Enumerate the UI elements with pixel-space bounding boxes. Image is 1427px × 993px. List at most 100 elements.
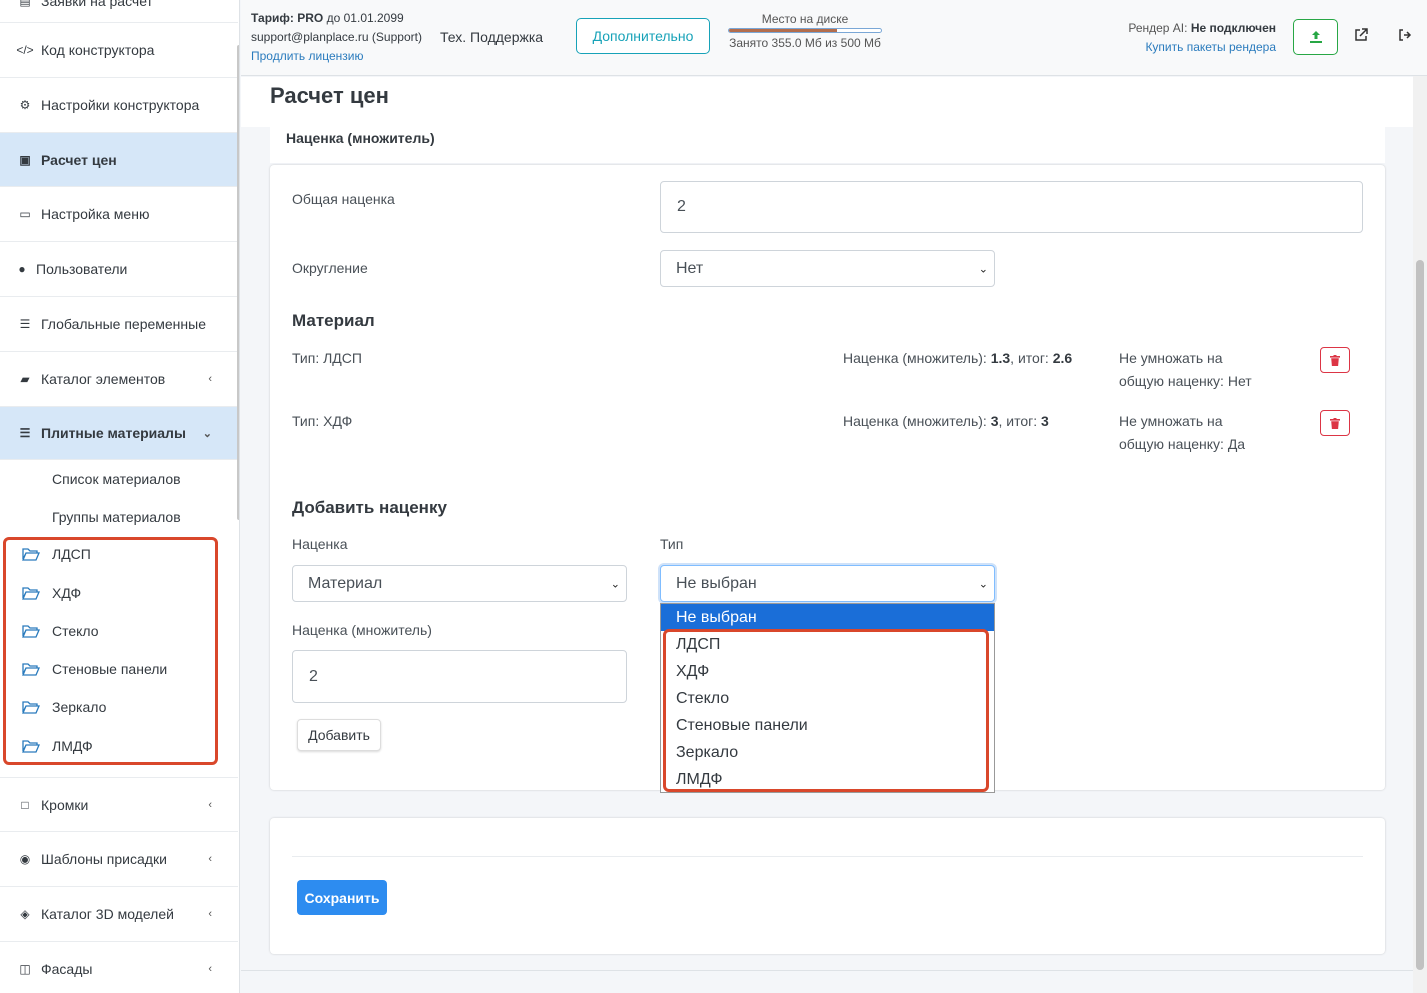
dropdown-option[interactable]: Зеркало [661, 739, 994, 766]
no-multiply-line1: Не умножать на [1119, 413, 1223, 429]
dropdown-option[interactable]: Стеновые панели [661, 712, 994, 739]
sidebar-item-label: Плитные материалы [41, 425, 186, 441]
upload-button[interactable] [1293, 19, 1338, 55]
sidebar-sub-material-list[interactable]: Список материалов [52, 471, 181, 487]
tech-support-link[interactable]: Тех. Поддержка [440, 29, 543, 45]
sidebar-item-menu-settings[interactable]: ▭ Настройка меню [0, 187, 238, 242]
page-title: Расчет цен [270, 83, 389, 108]
sidebar-item-label: Настройка меню [41, 206, 150, 222]
material-heading: Материал [292, 311, 375, 330]
sidebar-item-requests[interactable]: ▤ Заявки на расчет [0, 0, 238, 23]
total-label: , итог: [1010, 350, 1049, 366]
tariff-label: Тариф: [251, 11, 294, 25]
rounding-select[interactable]: Нет ⌄ [660, 250, 995, 287]
sidebar-scrollbar[interactable] [237, 45, 239, 520]
chevron-left-icon: ‹ [208, 798, 212, 811]
dropdown-option[interactable]: ХДФ [661, 658, 994, 685]
sidebar-item-drill-templates[interactable]: ◉ Шаблоны присадки ‹ [0, 832, 238, 887]
multiplier-label: Наценка (множитель) [292, 622, 432, 638]
folder-label: Стеновые панели [52, 661, 168, 677]
list-icon: ▤ [19, 0, 31, 8]
folder-open-icon [22, 740, 40, 753]
markup-kind-select[interactable]: Материал ⌄ [292, 565, 627, 602]
sidebar-folder[interactable]: Стекло [22, 623, 99, 639]
sidebar-item-constructor-settings[interactable]: ⚙ Настройки конструктора [0, 78, 238, 133]
upload-icon [1309, 31, 1322, 43]
folder-open-icon [22, 663, 40, 676]
main-scrollbar[interactable] [1413, 76, 1427, 993]
chevron-down-icon: ⌄ [610, 578, 620, 590]
section-title: Наценка (множитель) [286, 130, 435, 146]
footer-divider [241, 970, 1413, 971]
sidebar-item-sheet-materials[interactable]: ☰ Плитные материалы ⌄ [0, 407, 238, 460]
external-link-icon[interactable] [1354, 28, 1368, 45]
sidebar-folder[interactable]: ХДФ [22, 585, 81, 601]
general-markup-input[interactable]: 2 [660, 181, 1363, 233]
folder-open-icon [22, 548, 40, 561]
sidebar-item-price-calc[interactable]: ▣ Расчет цен [0, 133, 238, 187]
disk-title: Место на диске [761, 12, 849, 26]
scrollbar-thumb[interactable] [1416, 260, 1424, 970]
cube-icon: ◈ [20, 907, 30, 921]
sidebar-sub-material-groups[interactable]: Группы материалов [52, 509, 181, 525]
total-label: , итог: [998, 413, 1038, 429]
sidebar-folder[interactable]: Стеновые панели [22, 661, 167, 677]
monitor-icon: ▭ [19, 207, 31, 221]
total-value: 2.6 [1052, 350, 1073, 366]
sidebar-item-catalog[interactable]: ▰ Каталог элементов ‹ [0, 352, 238, 407]
user-icon: ● [18, 262, 26, 276]
sidebar-item-label: Расчет цен [41, 151, 117, 168]
type-dropdown-list: Не выбран ЛДСП ХДФ Стекло Стеновые панел… [660, 603, 995, 793]
material-type: Тип: ЛДСП [292, 350, 362, 366]
multiplier-input[interactable]: 2 [292, 650, 627, 703]
sidebar-item-constructor-code[interactable]: </> Код конструктора [0, 23, 238, 78]
material-type: Тип: ХДФ [292, 413, 353, 429]
delete-button[interactable] [1320, 347, 1350, 373]
sidebar-folder[interactable]: Зеркало [22, 699, 106, 715]
dropdown-option[interactable]: Не выбран [661, 604, 994, 631]
folder-label: ЛДСП [52, 546, 91, 562]
additional-button[interactable]: Дополнительно [576, 18, 710, 54]
dropdown-option[interactable]: ЛДСП [661, 631, 994, 658]
buy-render-link[interactable]: Купить пакеты рендера [1128, 38, 1276, 57]
sidebar-item-users[interactable]: ● Пользователи [0, 242, 238, 297]
save-button[interactable]: Сохранить [297, 880, 387, 915]
code-icon: </> [16, 43, 34, 57]
chevron-down-icon: ⌄ [978, 263, 988, 275]
sidebar-item-edges[interactable]: □ Кромки ‹ [0, 777, 238, 832]
no-multiply-line2: общую наценку: Нет [1119, 373, 1252, 389]
chevron-left-icon: ‹ [208, 963, 212, 975]
delete-button[interactable] [1320, 410, 1350, 436]
sidebar-item-label: Заявки на расчет [41, 0, 153, 9]
no-multiply-line2: общую наценку: Да [1119, 436, 1246, 452]
add-button[interactable]: Добавить [297, 719, 381, 751]
markup-kind-label: Наценка [292, 536, 348, 552]
extend-license-link[interactable]: Продлить лицензию [251, 47, 422, 66]
logout-icon[interactable] [1398, 28, 1412, 45]
bars-icon: ☰ [19, 426, 31, 440]
account-email: support@planplace.ru (Support) [251, 30, 422, 44]
sidebar-item-global-vars[interactable]: ☰ Глобальные переменные [0, 297, 238, 352]
material-no-multiply: Не умножать на общую наценку: Нет [1119, 347, 1252, 393]
sidebar-folder[interactable]: ЛМДФ [22, 738, 93, 754]
markup-label: Наценка (множитель): [843, 413, 987, 429]
sidebar-folder[interactable]: ЛДСП [22, 546, 91, 562]
sidebar-item-facades[interactable]: ◫ Фасады ‹ [0, 942, 238, 993]
dropdown-option[interactable]: ЛМДФ [661, 766, 994, 793]
rounding-label: Округление [292, 260, 368, 276]
sidebar-item-label: Каталог элементов [41, 371, 166, 387]
tariff-info: Тариф: PRO до 01.01.2099 support@planpla… [251, 9, 422, 66]
type-select[interactable]: Не выбран ⌄ [660, 565, 995, 602]
square-icon: □ [21, 797, 29, 812]
sidebar-item-label: Код конструктора [41, 42, 155, 58]
chevron-left-icon: ‹ [208, 908, 212, 920]
money-icon: ▣ [19, 152, 31, 167]
material-no-multiply: Не умножать на общую наценку: Да [1119, 410, 1245, 456]
page-header: Расчет цен [241, 77, 1413, 127]
divider [292, 856, 1363, 857]
disk-progress-bar [728, 28, 882, 33]
render-status: Не подключен [1190, 21, 1276, 35]
top-bar: Тариф: PRO до 01.01.2099 support@planpla… [241, 0, 1427, 76]
dropdown-option[interactable]: Стекло [661, 685, 994, 712]
sidebar-item-3d-catalog[interactable]: ◈ Каталог 3D моделей ‹ [0, 887, 238, 942]
